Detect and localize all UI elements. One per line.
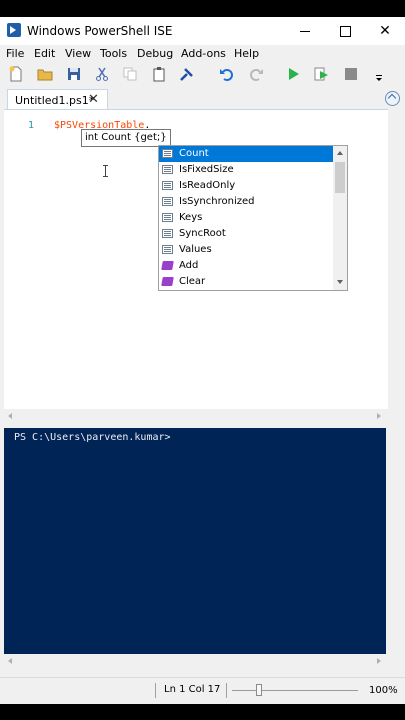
run-script-icon[interactable] bbox=[285, 66, 301, 82]
intellisense-item[interactable]: IsReadOnly bbox=[159, 178, 333, 194]
zoom-slider-thumb[interactable] bbox=[255, 684, 262, 696]
intellisense-item[interactable]: IsFixedSize bbox=[159, 162, 333, 178]
toolbar-overflow-icon[interactable] bbox=[374, 72, 384, 82]
property-icon bbox=[162, 229, 173, 238]
clear-console-icon[interactable] bbox=[179, 66, 195, 82]
intellisense-item-label: Clear bbox=[179, 276, 206, 287]
pane-splitter[interactable] bbox=[0, 421, 405, 428]
intellisense-item-label: Count bbox=[179, 148, 209, 159]
cut-icon[interactable] bbox=[94, 66, 110, 82]
open-folder-icon[interactable] bbox=[37, 66, 53, 82]
run-selection-icon[interactable] bbox=[313, 66, 329, 82]
mouse-ibeam-cursor bbox=[103, 165, 108, 177]
menu-file[interactable]: File bbox=[6, 47, 24, 60]
cursor-position: Ln 1 Col 17 bbox=[164, 684, 221, 695]
console-pane[interactable]: PS C:\Users\parveen.kumar> bbox=[4, 428, 386, 654]
intellisense-list[interactable]: Count IsFixedSize IsReadOnly IsSynchronized… bbox=[158, 145, 348, 291]
script-vertical-scrollbar[interactable] bbox=[388, 109, 401, 409]
minimize-button[interactable] bbox=[285, 17, 325, 45]
status-divider bbox=[226, 683, 227, 698]
zoom-slider-track[interactable] bbox=[232, 690, 358, 691]
scroll-thumb[interactable] bbox=[335, 162, 345, 193]
intellisense-item-label: Values bbox=[179, 244, 212, 255]
minimize-icon bbox=[300, 30, 310, 32]
scroll-left-icon[interactable] bbox=[8, 658, 12, 664]
line-number: 1 bbox=[28, 120, 35, 131]
menu-tools[interactable]: Tools bbox=[100, 47, 127, 60]
menu-edit[interactable]: Edit bbox=[34, 47, 55, 60]
menu-help[interactable]: Help bbox=[234, 47, 259, 60]
property-icon bbox=[162, 165, 173, 174]
window-title: Windows PowerShell ISE bbox=[27, 24, 173, 38]
toolbar bbox=[0, 63, 405, 85]
scroll-left-icon[interactable] bbox=[8, 413, 12, 419]
menu-view[interactable]: View bbox=[65, 47, 91, 60]
status-divider bbox=[155, 683, 156, 698]
intellisense-item[interactable]: SyncRoot bbox=[159, 226, 333, 242]
maximize-icon bbox=[339, 25, 351, 37]
property-icon bbox=[162, 181, 173, 190]
method-icon bbox=[161, 277, 174, 286]
paste-icon[interactable] bbox=[151, 66, 167, 82]
property-icon bbox=[162, 245, 173, 254]
close-icon: ✕ bbox=[379, 23, 391, 39]
menu-bar: File Edit View Tools Debug Add-ons Help bbox=[0, 45, 405, 63]
intellisense-item[interactable]: Keys bbox=[159, 210, 333, 226]
property-icon bbox=[162, 213, 173, 222]
script-tab-strip: Untitled1.ps1* ✕ bbox=[0, 87, 405, 110]
intellisense-item[interactable]: Clear bbox=[159, 274, 333, 290]
menu-debug[interactable]: Debug bbox=[137, 47, 173, 60]
intellisense-items: Count IsFixedSize IsReadOnly IsSynchronized… bbox=[159, 146, 333, 290]
intellisense-item[interactable]: Add bbox=[159, 258, 333, 274]
powershell-ise-icon bbox=[7, 23, 21, 37]
redo-icon[interactable] bbox=[248, 66, 264, 82]
scroll-right-icon[interactable] bbox=[377, 413, 381, 419]
method-icon bbox=[161, 261, 174, 270]
tab-untitled1[interactable]: Untitled1.ps1* ✕ bbox=[7, 89, 108, 110]
tab-label: Untitled1.ps1* bbox=[15, 94, 95, 107]
intellisense-item[interactable]: Values bbox=[159, 242, 333, 258]
intellisense-item-label: IsReadOnly bbox=[179, 180, 236, 191]
intellisense-item-label: Keys bbox=[179, 212, 203, 223]
script-horizontal-scrollbar[interactable] bbox=[4, 409, 401, 421]
scroll-up-icon[interactable] bbox=[337, 151, 343, 155]
zoom-level: 100% bbox=[369, 685, 398, 696]
title-bar: Windows PowerShell ISE ✕ bbox=[0, 17, 405, 45]
intellisense-item-label: IsSynchronized bbox=[179, 196, 255, 207]
copy-icon[interactable] bbox=[122, 66, 138, 82]
new-file-icon[interactable] bbox=[8, 66, 24, 82]
save-icon[interactable] bbox=[66, 66, 82, 82]
property-icon bbox=[162, 197, 173, 206]
console-prompt: PS C:\Users\parveen.kumar> bbox=[14, 432, 171, 443]
powershell-ise-window: Windows PowerShell ISE ✕ File Edit View … bbox=[0, 17, 405, 704]
console-vertical-scrollbar[interactable] bbox=[386, 428, 401, 654]
property-icon bbox=[162, 149, 173, 158]
console-horizontal-scrollbar[interactable] bbox=[4, 654, 401, 666]
intellisense-scrollbar[interactable] bbox=[333, 146, 347, 290]
intellisense-item-label: Add bbox=[179, 260, 199, 271]
close-button[interactable]: ✕ bbox=[365, 17, 405, 45]
tab-close-icon[interactable]: ✕ bbox=[88, 92, 99, 107]
maximize-button[interactable] bbox=[325, 17, 365, 45]
status-bar: Ln 1 Col 17 100% bbox=[0, 677, 405, 704]
undo-icon[interactable] bbox=[219, 66, 235, 82]
intellisense-item-label: SyncRoot bbox=[179, 228, 226, 239]
menu-addons[interactable]: Add-ons bbox=[181, 47, 226, 60]
intellisense-item[interactable]: IsSynchronized bbox=[159, 194, 333, 210]
stop-icon[interactable] bbox=[343, 66, 359, 82]
scroll-right-icon[interactable] bbox=[377, 658, 381, 664]
collapse-pane-icon[interactable] bbox=[385, 91, 400, 106]
intellisense-item-label: IsFixedSize bbox=[179, 164, 234, 175]
intellisense-item[interactable]: Count bbox=[159, 146, 333, 162]
scroll-down-icon[interactable] bbox=[337, 280, 343, 284]
